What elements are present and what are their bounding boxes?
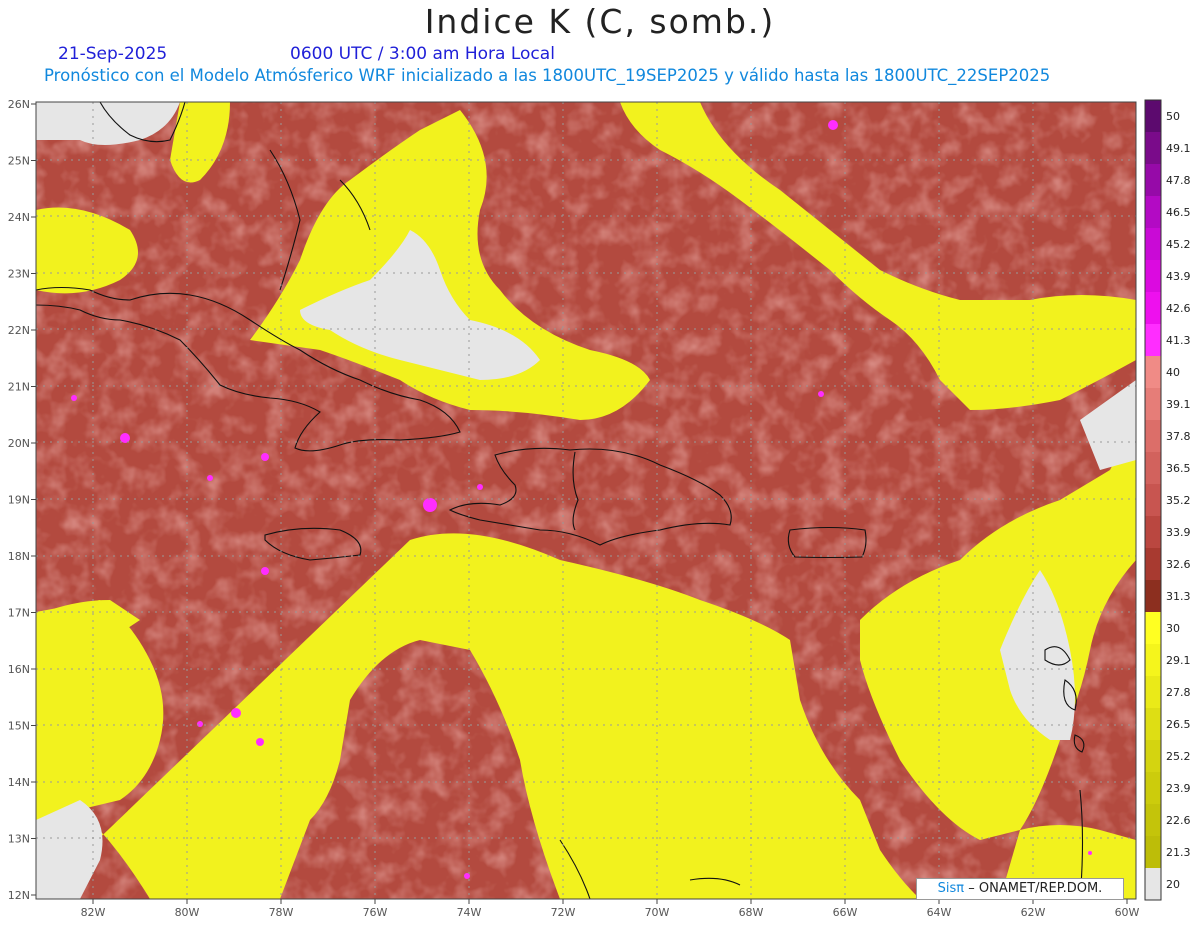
colorbar-swatch <box>1145 292 1161 325</box>
colorbar-swatch <box>1145 740 1161 773</box>
colorbar-label: 35.2 <box>1166 494 1191 507</box>
colorbar-swatch <box>1145 228 1161 261</box>
colorbar-swatch <box>1145 452 1161 485</box>
colorbar-label: 49.1 <box>1166 142 1191 155</box>
colorbar-swatch <box>1145 772 1161 805</box>
latitude-axis: 26N 25N 24N 23N 22N 21N 20N 19N 18N 17N 16N 15N 14N 1… <box>8 98 36 902</box>
lon-label: 64W <box>927 906 952 919</box>
colorbar-label: 46.5 <box>1166 206 1191 219</box>
colorbar-swatch <box>1145 196 1161 229</box>
colorbar-label: 47.8 <box>1166 174 1191 187</box>
colorbar-swatch <box>1145 804 1161 837</box>
colorbar-swatch <box>1145 516 1161 549</box>
lat-label: 16N <box>8 663 30 676</box>
colorbar-label: 33.9 <box>1166 526 1191 539</box>
colorbar-label: 27.8 <box>1166 686 1191 699</box>
colorbar-label: 29.1 <box>1166 654 1191 667</box>
lon-label: 76W <box>363 906 388 919</box>
lat-label: 24N <box>8 211 30 224</box>
lat-label: 22N <box>8 324 30 337</box>
colorbar-swatch <box>1145 708 1161 741</box>
colorbar-label: 37.8 <box>1166 430 1191 443</box>
lon-label: 66W <box>833 906 858 919</box>
colorbar-label: 40 <box>1166 366 1180 379</box>
colorbar-swatch <box>1145 484 1161 517</box>
lon-label: 78W <box>269 906 294 919</box>
credit-box: Sisπ – ONAMET/REP.DOM. <box>916 878 1124 900</box>
longitude-axis: 82W 80W 78W 76W 74W 72W 70W 68W 66W 64W 62W 60W <box>81 899 1140 919</box>
lon-label: 82W <box>81 906 106 919</box>
lat-label: 19N <box>8 494 30 507</box>
colorbar-label: 50 <box>1166 110 1180 123</box>
colorbar-label: 23.9 <box>1166 782 1191 795</box>
colorbar-label: 31.3 <box>1166 590 1191 603</box>
colorbar-swatch <box>1145 164 1161 197</box>
lon-label: 60W <box>1115 906 1140 919</box>
colorbar-label: 30 <box>1166 622 1180 635</box>
colorbar-label: 32.6 <box>1166 558 1191 571</box>
model-info: Pronóstico con el Modelo Atmósferico WRF… <box>44 66 1051 85</box>
colorbar-label: 43.9 <box>1166 270 1191 283</box>
lon-label: 62W <box>1021 906 1046 919</box>
colorbar-swatch <box>1145 420 1161 453</box>
forecast-time: 0600 UTC / 3:00 am Hora Local <box>290 44 555 64</box>
colorbar-swatch <box>1145 260 1161 293</box>
colorbar-swatch <box>1145 132 1161 165</box>
lat-label: 26N <box>8 98 30 111</box>
colorbar-label: 22.6 <box>1166 814 1191 827</box>
lon-label: 72W <box>551 906 576 919</box>
colorbar-swatch <box>1145 836 1161 869</box>
lon-label: 80W <box>175 906 200 919</box>
credit-logo: Sisπ <box>937 881 965 896</box>
lon-label: 70W <box>645 906 670 919</box>
colorbar-label: 45.2 <box>1166 238 1191 251</box>
colorbar-label: 25.2 <box>1166 750 1191 763</box>
colorbar-swatch <box>1145 548 1161 581</box>
colorbar: 50 49.1 47.8 46.5 45.2 43.9 42.6 41.3 40 39.1 37.8… <box>1144 99 1191 901</box>
colorbar-label: 26.5 <box>1166 718 1191 731</box>
colorbar-swatch <box>1145 644 1161 677</box>
lon-label: 68W <box>739 906 764 919</box>
lat-label: 12N <box>8 889 30 902</box>
colorbar-swatch <box>1145 868 1161 901</box>
lat-label: 18N <box>8 550 30 563</box>
colorbar-swatch <box>1145 676 1161 709</box>
colorbar-label: 36.5 <box>1166 462 1191 475</box>
lat-label: 13N <box>8 833 30 846</box>
lat-label: 17N <box>8 607 30 620</box>
colorbar-label: 20 <box>1166 878 1180 891</box>
colorbar-label: 42.6 <box>1166 302 1191 315</box>
colorbar-label: 41.3 <box>1166 334 1191 347</box>
colorbar-swatch <box>1145 356 1161 389</box>
colorbar-swatch <box>1145 612 1161 645</box>
k-index-map: 26N 25N 24N 23N 22N 21N 20N 19N 18N 17N 16N 15N 14N 1… <box>8 98 1191 919</box>
lat-label: 20N <box>8 437 30 450</box>
map-field <box>36 102 1136 899</box>
lat-label: 15N <box>8 720 30 733</box>
credit-text: – ONAMET/REP.DOM. <box>968 881 1103 896</box>
map-title: Indice K (C, somb.) <box>424 2 776 41</box>
colorbar-swatch <box>1145 388 1161 421</box>
forecast-date: 21-Sep-2025 <box>58 44 168 64</box>
lat-label: 23N <box>8 268 30 281</box>
lon-label: 74W <box>457 906 482 919</box>
lat-label: 14N <box>8 776 30 789</box>
colorbar-label: 39.1 <box>1166 398 1191 411</box>
lat-label: 21N <box>8 381 30 394</box>
colorbar-swatch <box>1145 324 1161 357</box>
lat-label: 25N <box>8 155 30 168</box>
colorbar-swatch <box>1145 100 1161 133</box>
colorbar-swatch <box>1145 580 1161 613</box>
colorbar-label: 21.3 <box>1166 846 1191 859</box>
